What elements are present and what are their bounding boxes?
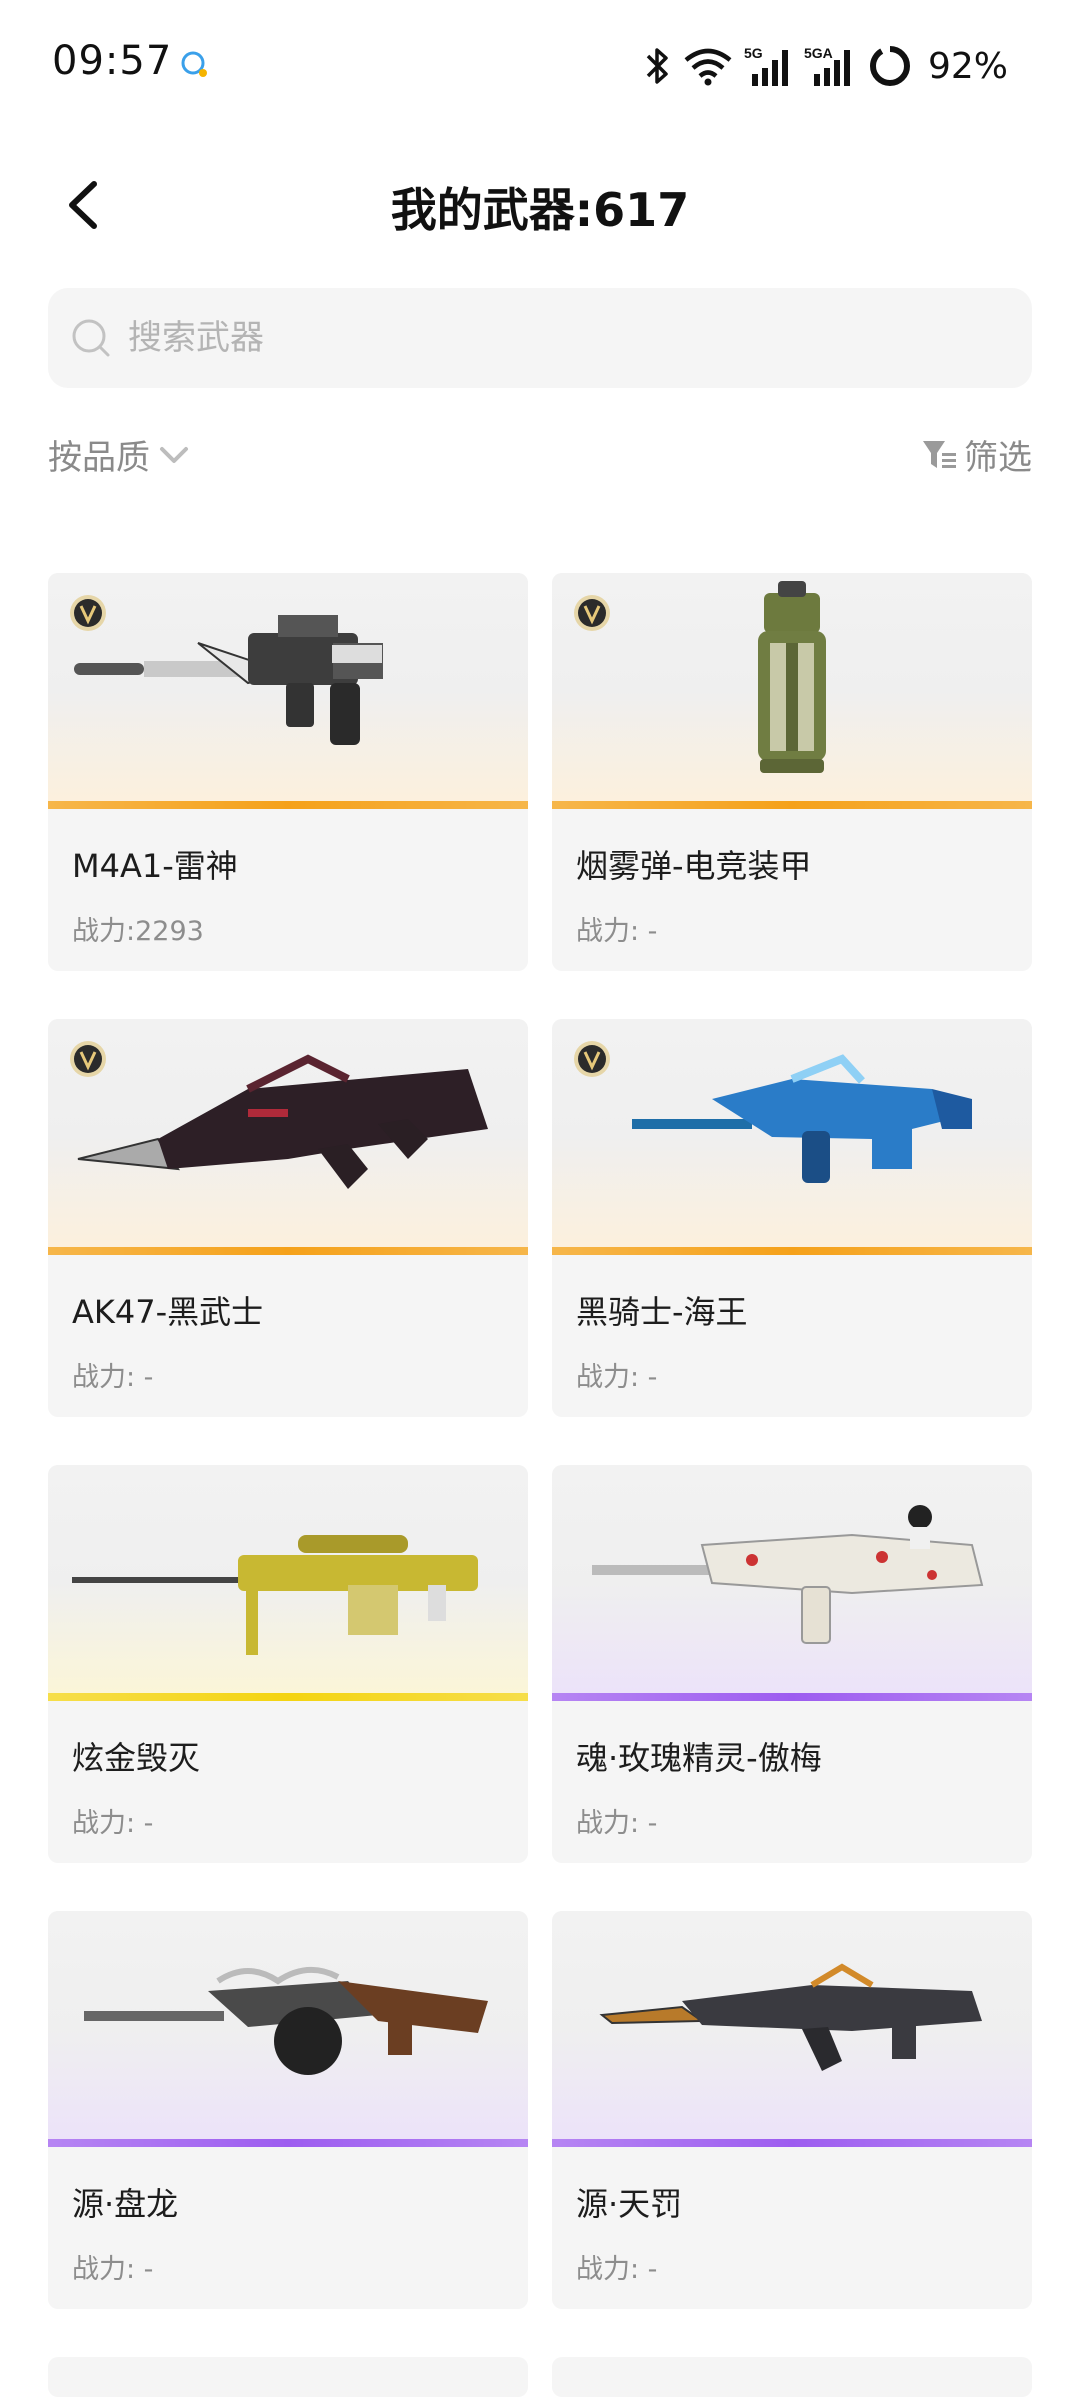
signal-5g-icon: 5G <box>744 45 788 86</box>
status-time: 09:57 <box>52 38 173 84</box>
rifle-image <box>592 1505 984 1644</box>
weapon-card[interactable]: M4A1-雷神 战力:2293 <box>48 573 528 971</box>
weapon-card-partial[interactable] <box>552 2357 1032 2397</box>
rifle-image <box>632 1054 972 1183</box>
page-title: 我的武器:617 <box>390 183 690 237</box>
weapon-power: 战力: - <box>576 1362 658 1393</box>
status-bar: 09:57 5G 5GA 92% <box>0 0 1080 130</box>
rifle-image <box>599 1963 982 2071</box>
filter-label: 筛选 <box>964 438 1032 478</box>
rifle-image <box>74 615 383 745</box>
weapon-name: AK47-黑武士 <box>72 1293 264 1331</box>
weapon-card[interactable]: 魂·玫瑰精灵-傲梅 战力: - <box>552 1465 1032 1863</box>
weapon-name: 烟雾弹-电竞装甲 <box>576 847 812 885</box>
network-label-5g: 5G <box>744 45 763 61</box>
filter-button[interactable]: 筛选 <box>920 430 1032 479</box>
chevron-down-icon <box>160 446 188 463</box>
rarity-bar <box>48 1693 528 1701</box>
rarity-bar <box>552 801 1032 809</box>
filter-icon <box>923 440 956 468</box>
bluetooth-icon <box>646 48 668 84</box>
grenade-image <box>758 581 826 773</box>
v-badge-icon <box>70 595 106 631</box>
sort-label: 按品质 <box>48 438 150 478</box>
sniper-rifle-image <box>72 1535 478 1655</box>
rarity-bar <box>552 1693 1032 1701</box>
sort-by-quality-button[interactable]: 按品质 <box>48 430 192 479</box>
signal-5ga-icon: 5GA <box>804 45 850 86</box>
weapon-power: 战力: - <box>72 1362 154 1393</box>
rarity-bar <box>48 2139 528 2147</box>
battery-ring-icon <box>869 46 910 86</box>
weapon-power: 战力: - <box>576 2254 658 2285</box>
rarity-bar <box>48 1247 528 1255</box>
weapon-card[interactable]: 烟雾弹-电竞装甲 战力: - <box>552 573 1032 971</box>
header: 我的武器:617 <box>0 150 1080 260</box>
battery-percent: 92% <box>927 45 1008 87</box>
weapon-name: 魂·玫瑰精灵-傲梅 <box>576 1739 822 1777</box>
rarity-bar <box>552 2139 1032 2147</box>
weapon-power: 战力: - <box>576 916 658 947</box>
weapon-power: 战力: - <box>72 1808 154 1839</box>
weapon-card[interactable]: AK47-黑武士 战力: - <box>48 1019 528 1417</box>
weapon-name: 源·盘龙 <box>72 2185 179 2223</box>
weapon-card[interactable]: 黑骑士-海王 战力: - <box>552 1019 1032 1417</box>
wifi-icon <box>684 48 732 86</box>
rarity-bar <box>552 1247 1032 1255</box>
weapon-card-partial[interactable] <box>48 2357 528 2397</box>
sort-filter-row: 按品质 筛选 <box>48 430 1032 500</box>
weapon-name: M4A1-雷神 <box>72 847 238 885</box>
weapon-card[interactable]: 源·盘龙 战力: - <box>48 1911 528 2309</box>
rarity-bar <box>48 801 528 809</box>
search-input[interactable] <box>126 317 1032 359</box>
weapon-power: 战力:2293 <box>72 916 204 947</box>
search-icon <box>72 319 110 357</box>
weapon-name: 黑骑士-海王 <box>576 1293 748 1331</box>
weapon-power: 战力: - <box>576 1808 658 1839</box>
chat-notification-icon <box>181 51 207 77</box>
search-box[interactable] <box>48 288 1032 388</box>
weapon-power: 战力: - <box>72 2254 154 2285</box>
rifle-image <box>77 1054 488 1189</box>
status-icons: 5G 5GA 92% <box>642 36 1008 96</box>
weapon-card[interactable]: 源·天罚 战力: - <box>552 1911 1032 2309</box>
network-label-5ga: 5GA <box>804 45 833 61</box>
weapon-name: 源·天罚 <box>576 2185 683 2223</box>
v-badge-icon <box>574 595 610 631</box>
v-badge-icon <box>574 1041 610 1077</box>
weapon-name: 炫金毁灭 <box>72 1739 201 1777</box>
rifle-image <box>84 1966 488 2075</box>
v-badge-icon <box>70 1041 106 1077</box>
weapon-card[interactable]: 炫金毁灭 战力: - <box>48 1465 528 1863</box>
